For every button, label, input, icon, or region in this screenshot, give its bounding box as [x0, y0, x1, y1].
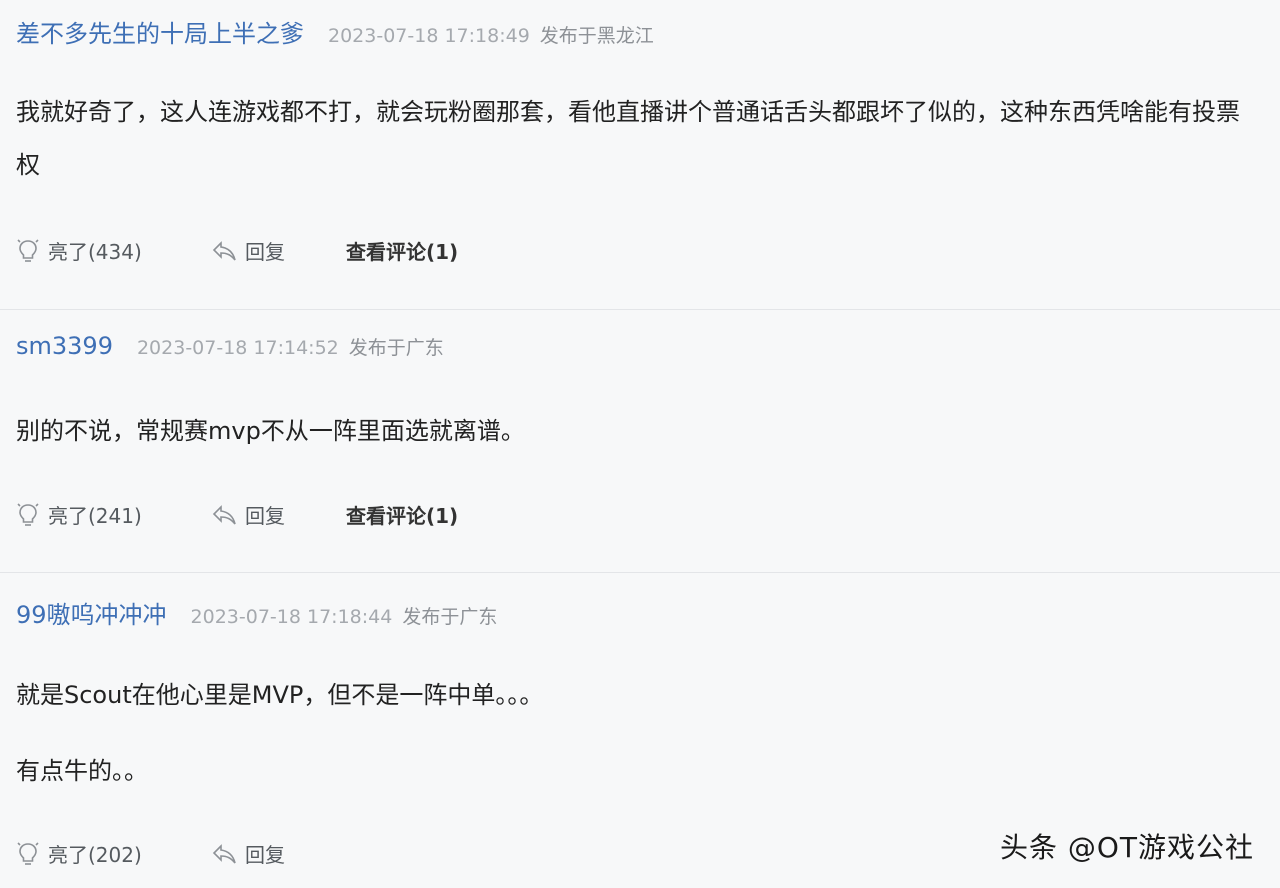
view-comments-label: 查看评论(1) — [346, 240, 459, 264]
reply-arrow-icon — [212, 843, 236, 864]
comment-location: 发布于黑龙江 — [539, 25, 654, 47]
reply-arrow-icon — [212, 504, 236, 525]
comment-timestamp: 2023-07-18 17:14:52 — [136, 337, 339, 359]
comment-timestamp: 2023-07-18 17:18:49 — [328, 25, 530, 47]
like-button[interactable]: 亮了(434) — [16, 236, 211, 265]
comment-location: 发布于广东 — [348, 337, 444, 359]
reply-button[interactable]: 回复 — [211, 236, 346, 265]
reply-label: 回复 — [245, 504, 285, 528]
comment-location: 发布于广东 — [402, 606, 498, 628]
like-count: 亮了(241) — [48, 504, 142, 528]
view-comments-label: 查看评论(1) — [346, 504, 459, 528]
reply-arrow-icon — [212, 240, 236, 261]
reply-button[interactable]: 回复 — [211, 839, 346, 868]
comment-item: 差不多先生的十局上半之爹 2023-07-18 17:18:49 发布于黑龙江 … — [0, 0, 1280, 309]
comment-meta: 差不多先生的十局上半之爹 2023-07-18 17:18:49 发布于黑龙江 — [16, 14, 654, 49]
comment-text: 别的不说，常规赛mvp不从一阵里面选就离谱。 — [16, 417, 525, 445]
comment-meta: sm3399 2023-07-18 17:14:52 发布于广东 — [16, 332, 444, 360]
comment-meta: 99嗷呜冲冲冲 2023-07-18 17:18:44 发布于广东 — [16, 595, 497, 630]
comment-text: 就是Scout在他心里是MVP，但不是一阵中单。。。 — [16, 681, 544, 709]
reply-label: 回复 — [245, 240, 285, 264]
username-link[interactable]: sm3399 — [16, 332, 113, 360]
username-link[interactable]: 99嗷呜冲冲冲 — [16, 595, 167, 630]
lightbulb-icon — [17, 841, 39, 865]
like-count: 亮了(202) — [48, 843, 142, 867]
username-link[interactable]: 差不多先生的十局上半之爹 — [16, 14, 304, 49]
like-button[interactable]: 亮了(202) — [16, 839, 211, 868]
comment-text: 有点牛的。。 — [16, 757, 148, 785]
comment-actions: 亮了(241) 回复 查看评论(1) — [16, 500, 458, 529]
lightbulb-icon — [17, 502, 39, 526]
like-button[interactable]: 亮了(241) — [16, 500, 211, 529]
watermark: 头条 @OT游戏公社 — [999, 831, 1254, 864]
view-comments-link[interactable]: 查看评论(1) — [346, 500, 458, 529]
comment-actions: 亮了(434) 回复 查看评论(1) — [16, 236, 458, 265]
comment-item: sm3399 2023-07-18 17:14:52 发布于广东 别的不说，常规… — [0, 309, 1280, 571]
comment-text: 我就好奇了，这人连游戏都不打，就会玩粉圈那套，看他直播讲个普通话舌头都跟坏了似的… — [16, 98, 1240, 179]
view-comments-link[interactable]: 查看评论(1) — [346, 236, 458, 265]
comment-actions: 亮了(202) 回复 — [16, 839, 346, 868]
like-count: 亮了(434) — [48, 240, 142, 264]
reply-button[interactable]: 回复 — [211, 500, 346, 529]
reply-label: 回复 — [245, 843, 285, 867]
comment-timestamp: 2023-07-18 17:18:44 — [190, 606, 393, 628]
lightbulb-icon — [17, 238, 39, 262]
